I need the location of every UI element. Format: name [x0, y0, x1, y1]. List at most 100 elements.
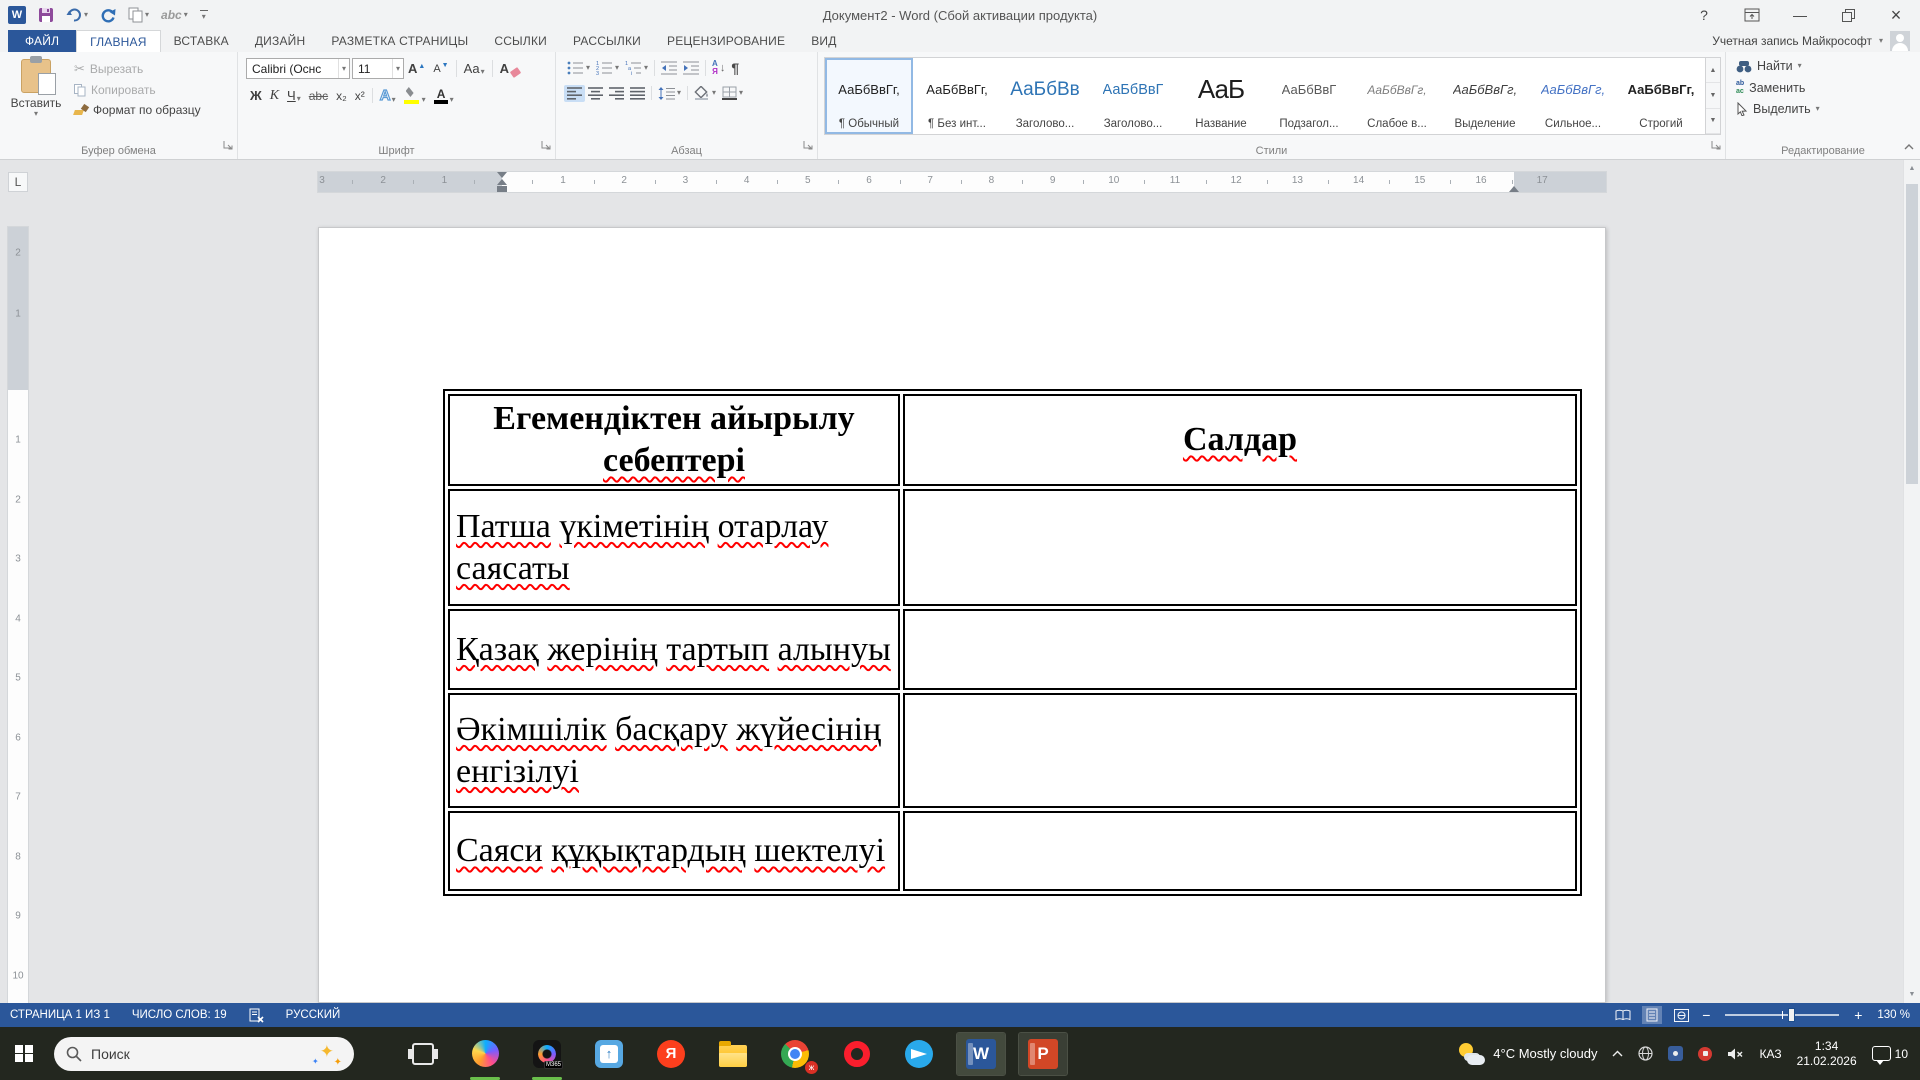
network-tray-icon[interactable]: [1638, 1046, 1654, 1061]
taskbar-app-telegram[interactable]: [888, 1027, 950, 1080]
table-cell[interactable]: [903, 609, 1577, 690]
numbering-button[interactable]: 123 ▾: [593, 59, 622, 77]
taskbar-app-copilot[interactable]: [454, 1027, 516, 1080]
clipboard-dialog-launcher[interactable]: [223, 137, 233, 155]
shading-button[interactable]: ▾: [691, 84, 719, 102]
table-cell[interactable]: [903, 693, 1577, 808]
select-button[interactable]: Выделить ▾: [1736, 102, 1912, 117]
left-indent-marker[interactable]: [497, 186, 507, 192]
taskbar-app-explorer[interactable]: [702, 1027, 764, 1080]
scroll-up-button[interactable]: ▲: [1904, 160, 1920, 177]
style-item[interactable]: АаБбВвГг, Выделение: [1441, 58, 1529, 134]
right-indent-marker[interactable]: [1509, 186, 1519, 192]
table-header-cell[interactable]: Егемендіктен айырылу себептері: [448, 394, 900, 486]
start-button[interactable]: [0, 1027, 48, 1080]
align-center-button[interactable]: [585, 85, 606, 102]
styles-dialog-launcher[interactable]: [1711, 137, 1721, 155]
increase-indent-button[interactable]: [680, 59, 702, 77]
web-layout-button[interactable]: [1671, 1006, 1691, 1024]
justify-button[interactable]: [627, 85, 648, 102]
styles-scroll-down[interactable]: ▼: [1706, 83, 1720, 109]
text-effects-button[interactable]: А ▾: [376, 86, 400, 105]
vertical-ruler[interactable]: 2 1 1 2 3 4 5 6 7 8 9 10: [8, 227, 28, 1003]
align-right-button[interactable]: [606, 85, 627, 102]
tab-ссылки[interactable]: ССЫЛКИ: [481, 30, 560, 52]
taskbar-app-opera[interactable]: [826, 1027, 888, 1080]
italic-button[interactable]: К: [266, 87, 283, 105]
proofing-status[interactable]: [249, 1008, 264, 1023]
superscript-button[interactable]: x²: [351, 88, 369, 104]
spelling-dropdown[interactable]: ▾: [184, 11, 188, 19]
tab-stop-selector[interactable]: L: [8, 172, 28, 192]
volume-muted-icon[interactable]: [1727, 1047, 1744, 1061]
table-cell[interactable]: Саяси құқықтардың шектелуі: [448, 811, 900, 891]
format-painter-button[interactable]: Формат по образцу: [74, 103, 201, 117]
table-header-cell[interactable]: Салдар: [903, 394, 1577, 486]
decrease-indent-button[interactable]: [658, 59, 680, 77]
style-item[interactable]: АаБ Название: [1177, 58, 1265, 134]
restore-button[interactable]: [1838, 5, 1858, 25]
paragraph-dialog-launcher[interactable]: [803, 137, 813, 155]
font-dialog-launcher[interactable]: [541, 137, 551, 155]
undo-dropdown[interactable]: ▾: [84, 11, 88, 19]
paste-button[interactable]: Вставить ▾: [6, 56, 66, 118]
zoom-slider[interactable]: [1725, 1008, 1840, 1022]
font-color-button[interactable]: А ▾: [430, 86, 458, 105]
tab-рецензирование[interactable]: РЕЦЕНЗИРОВАНИЕ: [654, 30, 798, 52]
copy-dropdown[interactable]: ▾: [145, 11, 149, 19]
weather-widget[interactable]: 4°C Mostly cloudy: [1459, 1042, 1597, 1065]
notification-center-button[interactable]: 10: [1871, 1046, 1908, 1065]
zoom-slider-thumb[interactable]: [1788, 1008, 1796, 1022]
bold-button[interactable]: Ж: [246, 87, 266, 104]
table-cell[interactable]: [903, 489, 1577, 606]
taskbar-app-chrome[interactable]: ж: [764, 1027, 826, 1080]
align-left-button[interactable]: [564, 84, 585, 102]
keyboard-language[interactable]: КАЗ: [1759, 1047, 1781, 1061]
vertical-scrollbar[interactable]: ▲ ▼: [1903, 160, 1920, 1003]
customize-qat-button[interactable]: ▾: [199, 9, 208, 21]
minimize-button[interactable]: —: [1790, 5, 1810, 25]
tab-разметка-страницы[interactable]: РАЗМЕТКА СТРАНИЦЫ: [318, 30, 481, 52]
taskbar-app-yandex[interactable]: Я: [640, 1027, 702, 1080]
tab-дизайн[interactable]: ДИЗАЙН: [242, 30, 319, 52]
language-indicator[interactable]: РУССКИЙ: [286, 1009, 341, 1021]
document-page[interactable]: Егемендіктен айырылу себептері Салдар Па…: [318, 227, 1606, 1003]
font-size-combo[interactable]: 11 ▾: [352, 58, 404, 79]
change-case-button[interactable]: Аа ▾: [460, 60, 489, 77]
highlight-button[interactable]: ▾: [400, 86, 430, 105]
multilevel-list-button[interactable]: 1ai ▾: [622, 59, 651, 77]
word-count[interactable]: ЧИСЛО СЛОВ: 19: [132, 1009, 227, 1021]
collapse-ribbon-button[interactable]: [1904, 137, 1914, 155]
underline-button[interactable]: Ч ▾: [283, 87, 305, 104]
borders-button[interactable]: ▾: [719, 84, 746, 102]
taskbar-app-arrow[interactable]: ↑: [578, 1027, 640, 1080]
table-cell[interactable]: Патша үкіметінің отарлау саясаты: [448, 489, 900, 606]
avatar[interactable]: [1890, 31, 1910, 51]
style-item[interactable]: АаБбВвГ Заголово...: [1089, 58, 1177, 134]
read-mode-button[interactable]: [1613, 1006, 1633, 1024]
tab-вид[interactable]: ВИД: [798, 30, 849, 52]
save-button[interactable]: [38, 7, 54, 23]
style-item[interactable]: АаБбВв Заголово...: [1001, 58, 1089, 134]
redo-button[interactable]: [100, 8, 116, 23]
find-button[interactable]: Найти ▾: [1736, 59, 1912, 73]
close-button[interactable]: ×: [1886, 5, 1906, 25]
sort-button[interactable]: АЯ ↓: [709, 58, 728, 78]
zoom-in-button[interactable]: +: [1852, 1008, 1864, 1022]
taskbar-app-powerpoint[interactable]: P: [1018, 1031, 1068, 1076]
table-cell[interactable]: [903, 811, 1577, 891]
styles-gallery-expand[interactable]: ▼: [1706, 109, 1720, 134]
tray-expand-button[interactable]: [1612, 1050, 1623, 1057]
style-item[interactable]: АаБбВвГ Подзагол...: [1265, 58, 1353, 134]
app-tray-icon[interactable]: [1668, 1046, 1684, 1061]
line-spacing-button[interactable]: ▾: [655, 85, 684, 102]
task-view-button[interactable]: [392, 1027, 454, 1080]
shrink-font-button[interactable]: А ▼: [429, 62, 452, 76]
cut-button[interactable]: ✂ Вырезать: [74, 61, 201, 77]
show-marks-button[interactable]: ¶: [728, 58, 742, 78]
help-button[interactable]: ?: [1694, 5, 1714, 25]
font-name-combo[interactable]: Calibri (Оснс ▾: [246, 58, 350, 79]
grow-font-button[interactable]: А ▲: [404, 60, 429, 77]
account-area[interactable]: Учетная запись Майкрософт ▾: [1712, 30, 1920, 52]
zoom-out-button[interactable]: −: [1700, 1008, 1712, 1022]
